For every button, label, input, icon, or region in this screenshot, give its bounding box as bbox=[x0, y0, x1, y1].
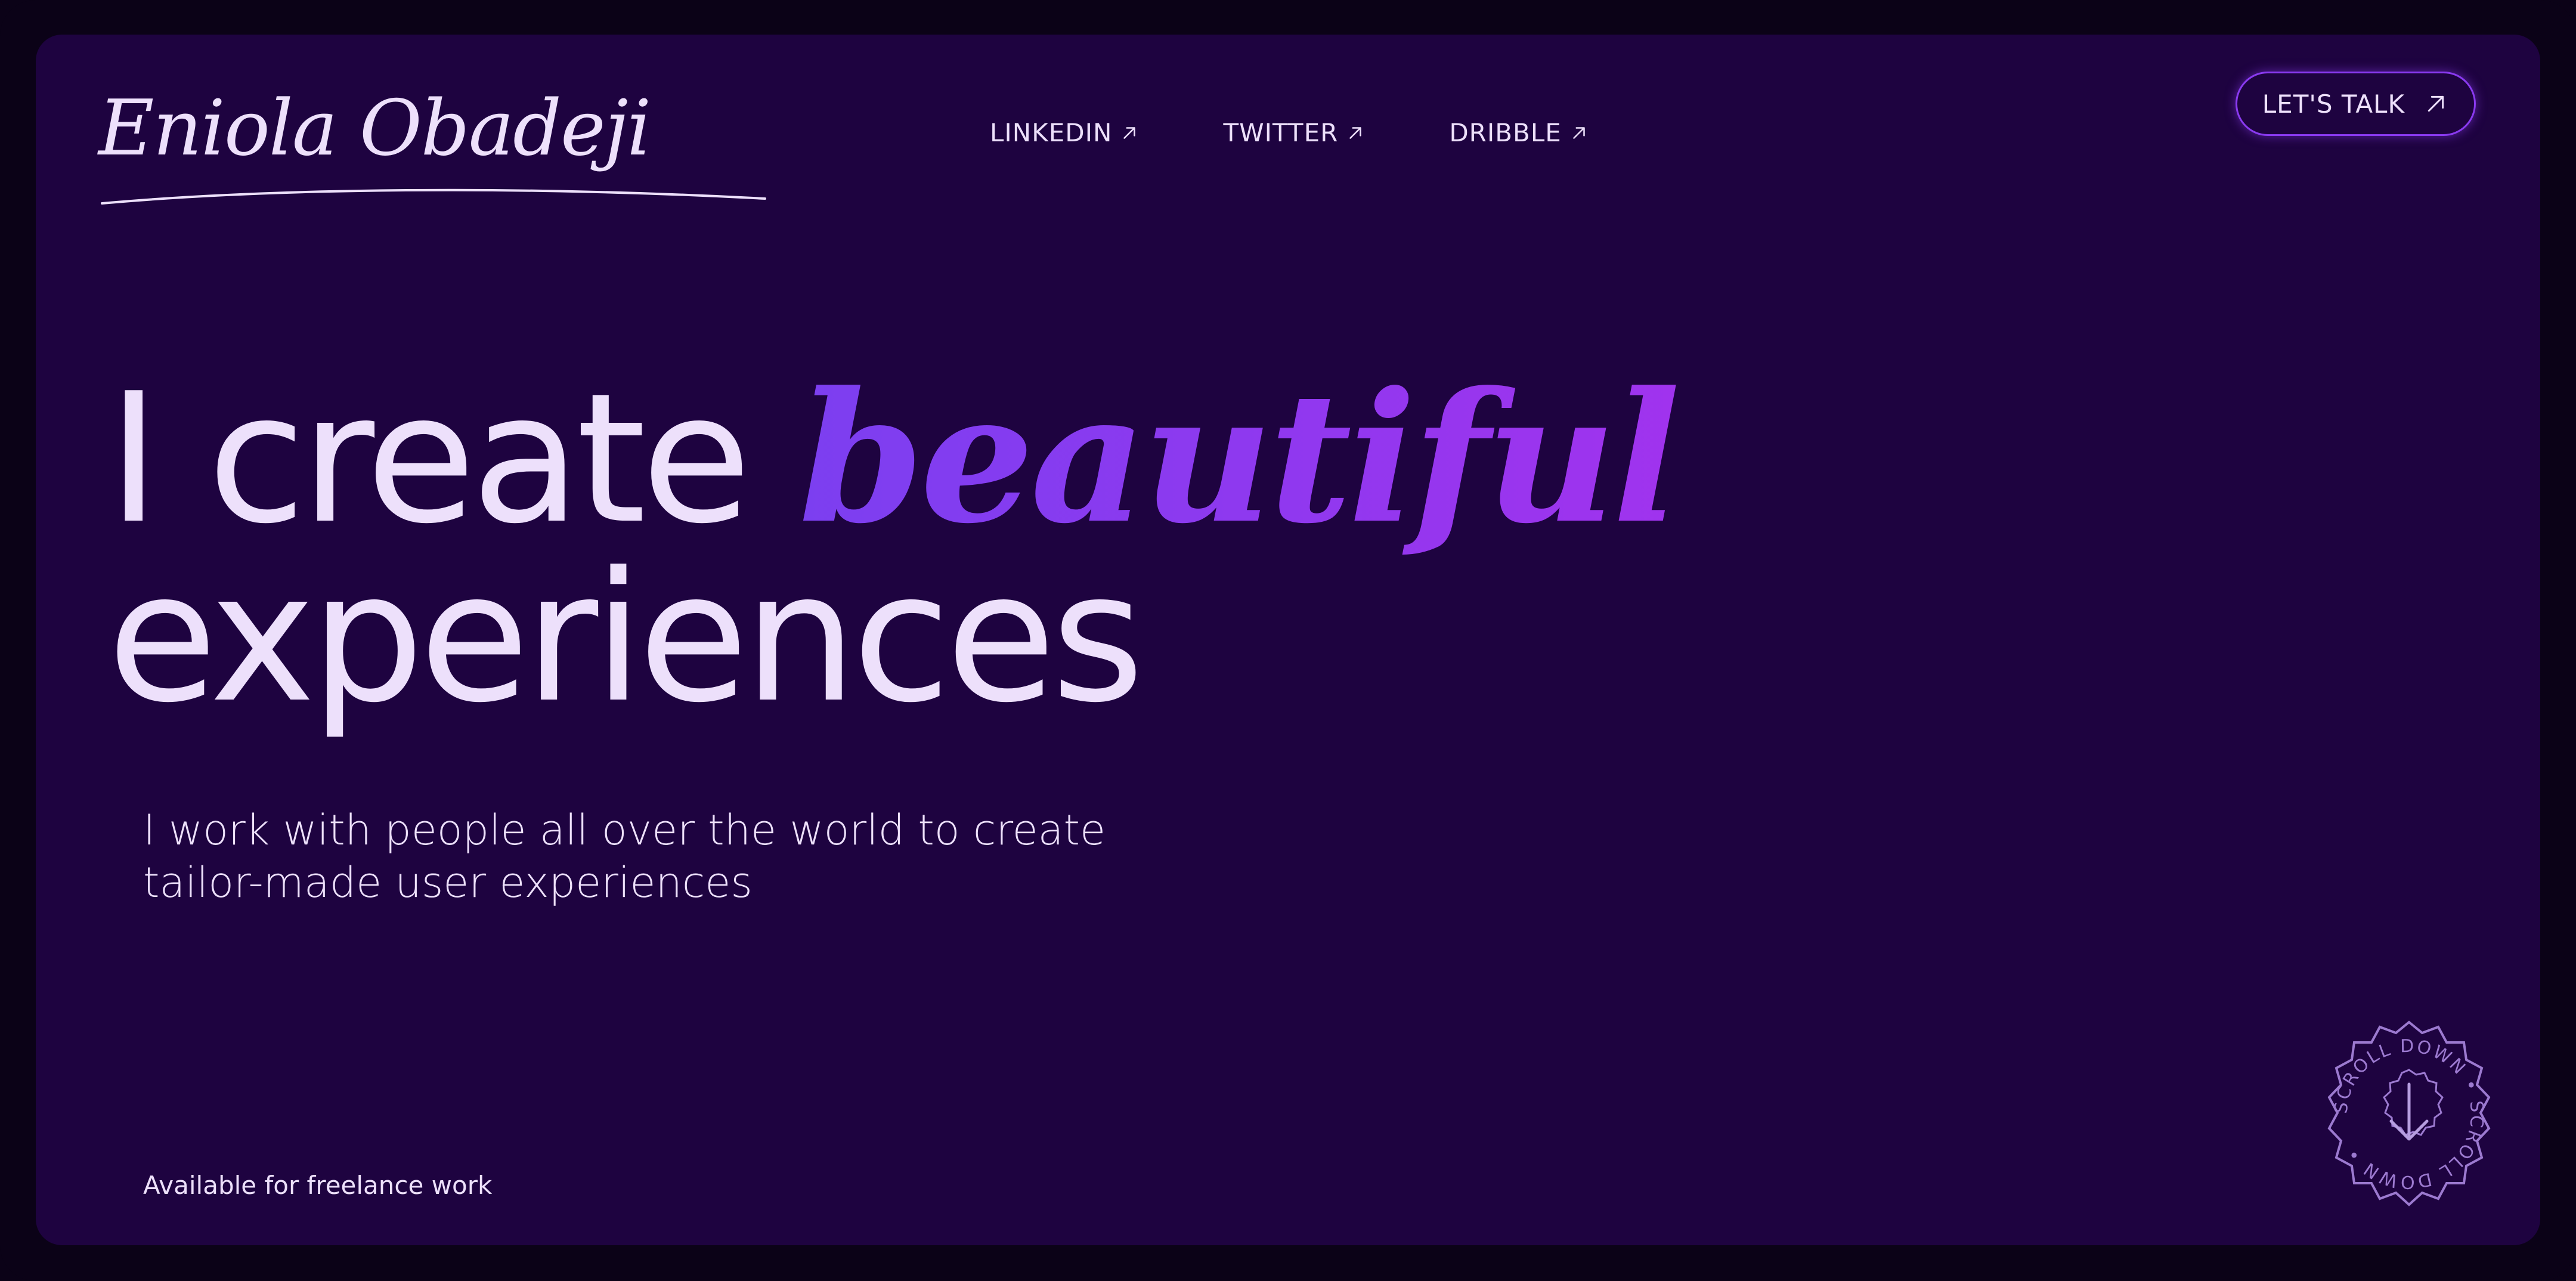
nav-link-label: TWITTER bbox=[1223, 118, 1339, 147]
lets-talk-button[interactable]: LET'S TALK bbox=[2235, 72, 2476, 136]
hero-panel: Eniola Obadeji LINKEDIN TWITTER DRIBBLE bbox=[36, 35, 2540, 1245]
brand-logo[interactable]: Eniola Obadeji bbox=[98, 79, 766, 216]
hero-subtitle-line-2: tailor-made user experiences bbox=[143, 858, 753, 907]
nav-link-linkedin[interactable]: LINKEDIN bbox=[990, 118, 1140, 147]
nav-link-label: DRIBBLE bbox=[1449, 118, 1562, 147]
arrow-up-right-icon bbox=[1573, 126, 1585, 139]
hero-subtitle: I work with people all over the world to… bbox=[143, 804, 1157, 909]
hero-line-1: I create beautiful bbox=[107, 369, 1680, 549]
nav-link-twitter[interactable]: TWITTER bbox=[1223, 118, 1366, 147]
lets-talk-label: LET'S TALK bbox=[2262, 89, 2405, 119]
scroll-down-badge[interactable]: SCROLL DOWN • SCROLL DOWN • bbox=[2314, 1019, 2504, 1209]
scroll-badge-graphic: SCROLL DOWN • SCROLL DOWN • bbox=[2327, 1020, 2491, 1206]
arrow-up-right-icon bbox=[1349, 126, 1362, 139]
hero-line-2: experiences bbox=[107, 534, 1144, 742]
brand-name: Eniola Obadeji bbox=[98, 84, 651, 173]
arrow-up-right-icon bbox=[1123, 126, 1136, 139]
hero-headline: I create beautiful experiences bbox=[107, 369, 1680, 742]
nav-link-dribble[interactable]: DRIBBLE bbox=[1449, 118, 1589, 147]
social-nav: LINKEDIN TWITTER DRIBBLE bbox=[990, 118, 1589, 147]
page-frame: Eniola Obadeji LINKEDIN TWITTER DRIBBLE bbox=[0, 0, 2576, 1281]
arrow-up-right-icon bbox=[2428, 95, 2444, 112]
badge-inner-scallop bbox=[2383, 1069, 2444, 1136]
hero-subtitle-line-1: I work with people all over the world to… bbox=[143, 806, 1106, 855]
availability-status: Available for freelance work bbox=[143, 1171, 493, 1200]
hero-line-1-prefix: I create bbox=[107, 355, 799, 563]
arrow-down-icon bbox=[2389, 1082, 2429, 1141]
nav-link-label: LINKEDIN bbox=[990, 118, 1113, 147]
hero-accent-word: beautiful bbox=[798, 352, 1681, 563]
logo-underline-swash bbox=[101, 188, 766, 205]
